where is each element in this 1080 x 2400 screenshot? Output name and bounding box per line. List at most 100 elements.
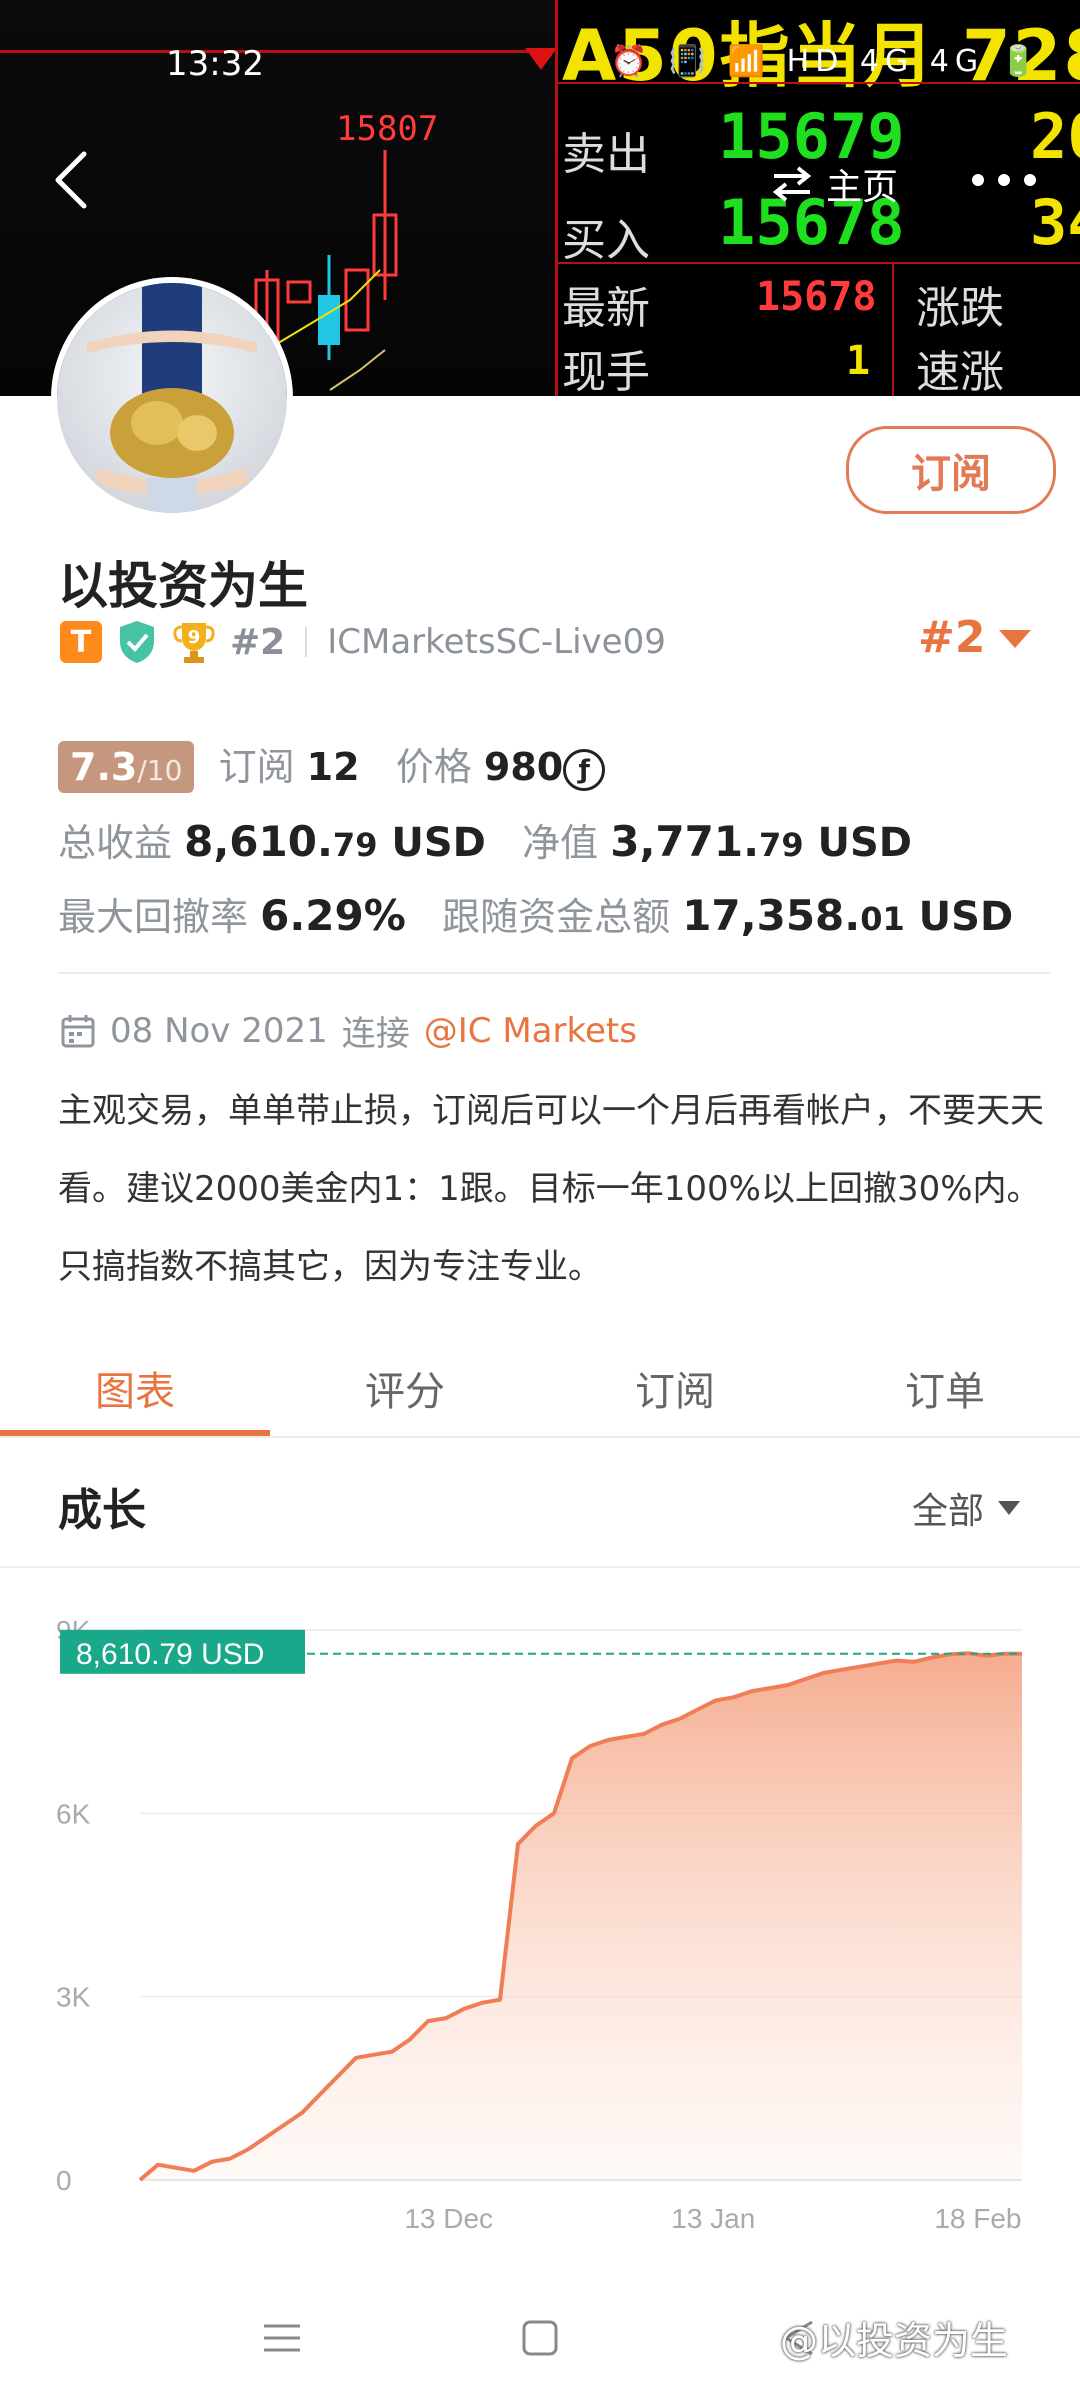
chevron-left-icon xyxy=(55,151,87,209)
triangle-down-icon xyxy=(998,1501,1021,1515)
score-max: /10 xyxy=(137,754,183,787)
chart-x-ticks: 13 Dec 13 Jan 18 Feb xyxy=(404,2203,1021,2234)
avatar[interactable] xyxy=(57,283,287,513)
watermark: @以投资为生 xyxy=(780,2319,1009,2363)
current-value-label: 8,610.79 USD xyxy=(76,1638,264,1671)
status-icons: ⏰ 📳 📶 HD 4G 4G 🔋 xyxy=(610,44,1043,79)
menu-icon xyxy=(264,2324,300,2352)
trader-badge: T xyxy=(60,621,102,663)
swap-icon xyxy=(772,166,812,202)
back-button[interactable] xyxy=(52,150,92,210)
trophy-level: 9 xyxy=(188,627,201,648)
chart-top-border xyxy=(0,1566,1080,1568)
equity-int: 3,771. xyxy=(610,817,760,866)
tab-subscribe[interactable]: 订阅 xyxy=(540,1340,810,1436)
follow-unit: USD xyxy=(904,894,1014,940)
filter-label: 全部 xyxy=(912,1491,985,1532)
equity-unit: USD xyxy=(803,820,913,866)
tab-orders[interactable]: 订单 xyxy=(810,1340,1080,1436)
connect-label: 连接 xyxy=(341,1014,410,1054)
growth-area xyxy=(140,1653,1022,2180)
coin-icon: ƒ xyxy=(563,748,606,791)
quote-divider xyxy=(892,262,894,396)
latest-label: 最新 xyxy=(562,283,650,334)
sell-label: 卖出 xyxy=(562,129,650,180)
badge-row: T 9 #2 ICMarketsSC-Live09 xyxy=(60,619,666,665)
current-value-label-group: 8,610.79 USD xyxy=(60,1629,305,1674)
stats-row-2: 总收益 8,610.79 USD 净值 3,771.79 USD xyxy=(58,812,912,867)
score-value: 7.3 xyxy=(70,745,138,789)
connect-row: 08 Nov 2021 连接 @IC Markets xyxy=(60,1006,637,1055)
drawdown-label: 最大回撤率 xyxy=(58,895,249,939)
piggy-bank-avatar-icon xyxy=(87,283,257,513)
growth-title: 成长 xyxy=(58,1485,146,1536)
subs-value: 12 xyxy=(306,745,360,789)
equity-dec: 79 xyxy=(759,826,804,864)
trophy-icon: 9 xyxy=(173,623,215,663)
profile-name: 以投资为生 xyxy=(58,557,308,615)
y-tick-label: 6K xyxy=(56,1798,91,1829)
broker-link[interactable]: @IC Markets xyxy=(424,1011,637,1051)
profit-dec: 79 xyxy=(332,826,378,864)
follow-int: 17,358. xyxy=(682,891,861,940)
rank-dropdown[interactable]: #2 xyxy=(918,612,1032,663)
divider xyxy=(305,627,308,657)
price-value: 980 xyxy=(483,745,564,789)
status-time: 13:32 xyxy=(166,44,264,84)
x-tick-label: 13 Jan xyxy=(671,2203,755,2234)
growth-chart-svg: 03K6K9K 13 Dec13 Jan18 Feb 8,610.79 USD xyxy=(56,1615,1022,2234)
y-tick-label: 3K xyxy=(56,1982,91,2013)
rank-small: #2 xyxy=(230,621,286,663)
more-button[interactable] xyxy=(970,170,1040,190)
stats-row-3: 最大回撤率 6.29% 跟随资金总额 17,358.01 USD xyxy=(58,886,1013,941)
calendar-icon xyxy=(61,1014,95,1047)
profit-unit: USD xyxy=(377,820,486,866)
profit-label: 总收益 xyxy=(58,821,173,865)
connect-date: 08 Nov 2021 xyxy=(110,1010,328,1051)
hand-label: 现手 xyxy=(562,347,650,396)
y-tick-label: 0 xyxy=(56,2165,72,2196)
more-dots-icon xyxy=(972,174,1036,186)
account-name: ICMarketsSC-Live09 xyxy=(327,622,666,662)
rank-value: #2 xyxy=(918,612,986,663)
profit-int: 8,610. xyxy=(184,817,333,866)
tab-border xyxy=(0,1436,1080,1438)
range-filter-dropdown[interactable]: 全部 xyxy=(912,1482,1021,1534)
home-switch-button[interactable]: 主页 xyxy=(770,158,898,210)
candle-high-label: 15807 xyxy=(336,109,438,149)
tab-chart[interactable]: 图表 xyxy=(0,1340,270,1436)
tab-bar: 图表 评分 订阅 订单 xyxy=(0,1340,1080,1436)
price-label: 价格 xyxy=(395,745,472,789)
home-label: 主页 xyxy=(826,167,899,208)
drawdown-value: 6.29% xyxy=(260,891,406,940)
home-button[interactable] xyxy=(520,2318,560,2358)
chart-y-ticks: 03K6K9K xyxy=(56,1615,91,2196)
x-tick-label: 18 Feb xyxy=(934,2203,1021,2234)
price-line xyxy=(0,50,540,53)
strategy-description: 主观交易，单单带止损，订阅后可以一个月后再看帐户，不要天天看。建议2000美金内… xyxy=(58,1091,1044,1287)
price-arrow xyxy=(525,48,557,70)
hand-value: 1 xyxy=(846,338,871,384)
sell-volume: 20 xyxy=(1030,100,1080,173)
section-divider xyxy=(58,972,1050,974)
quote-divider xyxy=(558,82,1080,84)
buy-volume: 34 xyxy=(1030,186,1080,259)
verified-shield-icon xyxy=(120,621,154,663)
menu-button[interactable] xyxy=(262,2318,302,2358)
buy-label: 买入 xyxy=(562,215,650,266)
tab-rating[interactable]: 评分 xyxy=(270,1340,540,1436)
follow-label: 跟随资金总额 xyxy=(442,895,671,939)
square-icon xyxy=(522,2320,558,2356)
equity-label: 净值 xyxy=(522,821,599,865)
growth-chart: 03K6K9K 13 Dec13 Jan18 Feb 8,610.79 USD xyxy=(0,1580,1080,2260)
subs-label: 订阅 xyxy=(218,745,295,789)
follow-dec: 01 xyxy=(860,900,905,938)
x-tick-label: 13 Dec xyxy=(404,2203,493,2234)
change-label: 涨跌 xyxy=(916,283,1004,334)
subscribe-button[interactable]: 订阅 xyxy=(846,426,1056,514)
score-badge: 7.3/10 xyxy=(58,741,195,793)
latest-value: 15678 xyxy=(756,274,877,320)
stats-row-1: 7.3/10 订阅 12 价格 980 ƒ xyxy=(58,736,606,793)
triangle-down-icon xyxy=(999,629,1032,648)
speed-label: 速涨 xyxy=(916,347,1004,396)
